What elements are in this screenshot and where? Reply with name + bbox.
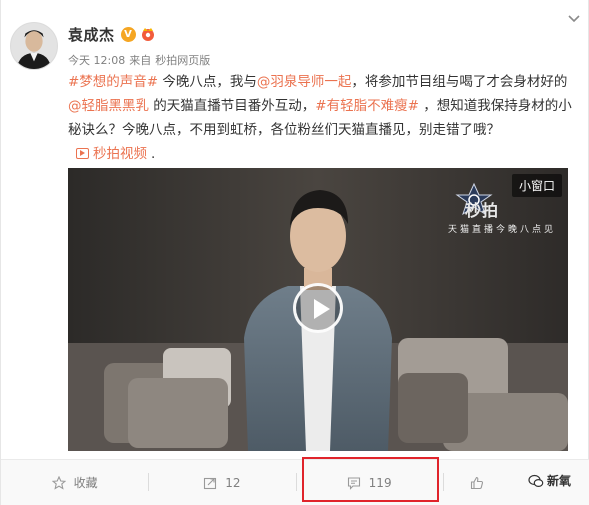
post-text-segment: 今晚八点，我与	[158, 74, 257, 90]
favorite-label: 收藏	[73, 476, 98, 490]
video-watermark-subtitle: 天猫直播今晚八点见	[448, 225, 557, 235]
repost-count: 12	[225, 475, 241, 490]
repost-icon	[203, 476, 217, 490]
mention-yuquan[interactable]: @羽泉导师一起	[257, 74, 352, 90]
author-row: 袁成杰 V	[68, 24, 156, 44]
comment-icon	[347, 476, 361, 490]
favorite-button[interactable]: 收藏	[1, 460, 148, 505]
video-link[interactable]: 秒拍视频	[76, 146, 147, 162]
post-text: #梦想的声音# 今晚八点，我与@羽泉导师一起，将参加节目组与喝了才会身材好的 @…	[68, 70, 573, 166]
post-text-segment: ，将参加节目组与喝了才会身材好的	[351, 74, 568, 90]
verified-badge-icon: V	[120, 26, 136, 42]
author-name[interactable]: 袁成杰	[68, 24, 115, 45]
play-button-icon[interactable]	[293, 283, 343, 333]
member-crown-icon	[140, 26, 156, 42]
comment-count: 119	[368, 475, 392, 490]
topic-tag-dream-voice[interactable]: #梦想的声音#	[68, 74, 158, 90]
thumbs-up-icon	[470, 476, 484, 490]
post-time[interactable]: 今天 12:08	[68, 54, 125, 67]
video-link-suffix: .	[151, 146, 156, 162]
source-prefix: 来自	[129, 54, 152, 67]
video-player[interactable]: 秒拍 天猫直播今晚八点见 小窗口	[68, 168, 568, 451]
repost-button[interactable]: 12	[148, 460, 295, 505]
post-menu-chevron-icon[interactable]	[567, 14, 581, 24]
post-text-segment: 的天猫直播节目番外互动，	[149, 98, 316, 114]
brand-watermark: 新氧	[528, 472, 571, 489]
video-link-icon	[76, 148, 89, 159]
author-avatar[interactable]	[10, 22, 58, 70]
video-link-label: 秒拍视频	[93, 146, 147, 162]
topic-tag-qingzhi[interactable]: #有轻脂不难瘦#	[315, 98, 419, 114]
action-bar: 收藏 12 119	[1, 459, 589, 505]
wechat-icon	[528, 473, 544, 489]
post-source-link[interactable]: 秒拍网页版	[155, 54, 210, 67]
star-icon	[51, 475, 66, 490]
video-watermark: 秒拍	[465, 201, 500, 220]
weibo-post-card: 袁成杰 V 今天 12:08 来自 秒拍网页版 #梦想的声音# 今晚八点，我与@羽泉…	[0, 0, 589, 505]
mention-qingzhi[interactable]: @轻脂黑黑乳	[68, 98, 149, 114]
mini-window-button[interactable]: 小窗口	[511, 174, 562, 197]
comment-button[interactable]: 119	[295, 460, 443, 505]
post-meta: 今天 12:08 来自 秒拍网页版	[68, 52, 210, 68]
brand-watermark-text: 新氧	[547, 474, 572, 488]
